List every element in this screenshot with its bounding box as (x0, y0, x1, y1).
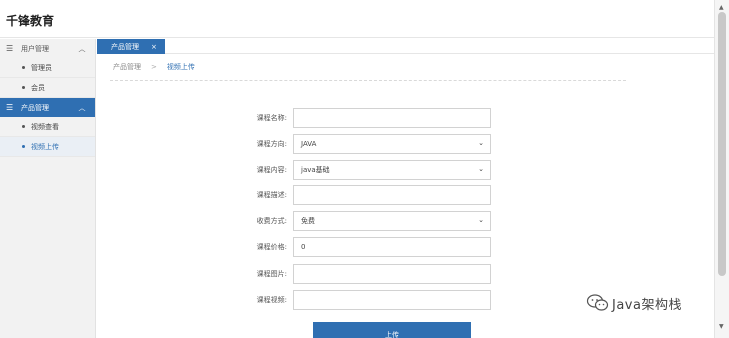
list-icon: ☰ (6, 103, 14, 112)
breadcrumb: 产品管理 > 视频上传 (113, 62, 195, 72)
course-direction-select[interactable]: JAVA ⌄ (293, 134, 491, 154)
tab-bar: 产品管理 × (97, 39, 714, 54)
course-content-label: 课程内容: (256, 166, 287, 174)
wechat-icon (586, 294, 609, 311)
sidebar-item-video-upload[interactable]: 视频上传 (0, 137, 95, 157)
breadcrumb-separator: > (151, 63, 157, 71)
app-title: 千锋教育 (6, 14, 55, 28)
scrollbar[interactable]: ▲ ▼ (714, 0, 729, 338)
course-content-value: java基础 (301, 166, 330, 174)
bullet-icon (22, 66, 25, 69)
chevron-up-icon: ︿ (78, 44, 86, 53)
scroll-thumb[interactable] (718, 12, 726, 276)
course-direction-value: JAVA (301, 140, 317, 148)
bullet-icon (22, 86, 25, 89)
tab-label: 产品管理 (111, 42, 139, 51)
course-video-label: 课程视频: (256, 296, 287, 304)
bullet-icon (22, 145, 25, 148)
sidebar-item-label: 管理员 (31, 63, 52, 72)
sidebar-item-member[interactable]: 会员 (0, 78, 95, 98)
sidebar-item-video-view[interactable]: 视频查看 (0, 117, 95, 137)
sidebar-item-label: 会员 (31, 83, 45, 92)
charge-mode-value: 免费 (301, 217, 315, 225)
sidebar-group-product-management[interactable]: ☰ 产品管理 ︿ (0, 98, 95, 117)
top-header: 千锋教育 (0, 0, 714, 38)
scroll-up-icon[interactable]: ▲ (719, 4, 724, 11)
chevron-down-icon: ⌄ (478, 216, 484, 224)
course-video-input[interactable] (293, 290, 491, 310)
form-row-course-description: 课程描述: (210, 185, 492, 205)
form-row-course-name: 课程名称: (210, 108, 492, 128)
sidebar-group-user-management[interactable]: ☰ 用户管理 ︿ (0, 39, 95, 58)
charge-mode-select[interactable]: 免费 ⌄ (293, 211, 491, 231)
sidebar-group-label: 用户管理 (21, 44, 49, 53)
form-row-course-content: 课程内容: java基础 ⌄ (210, 160, 492, 180)
sidebar-item-label: 视频查看 (31, 122, 59, 131)
chevron-up-icon: ︿ (78, 103, 86, 112)
sidebar: ☰ 用户管理 ︿ 管理员 会员 ☰ 产品管理 ︿ 视频查看 视频上传 (0, 39, 96, 338)
upload-button[interactable]: 上传 (313, 322, 471, 338)
course-name-input[interactable] (293, 108, 491, 128)
course-name-label: 课程名称: (256, 114, 287, 122)
form-row-course-video: 课程视频: (210, 290, 492, 310)
course-image-input[interactable] (293, 264, 491, 284)
breadcrumb-parent[interactable]: 产品管理 (113, 62, 141, 72)
watermark-text: Java架构栈 (612, 297, 682, 313)
close-icon[interactable]: × (151, 43, 157, 51)
bullet-icon (22, 125, 25, 128)
form-row-charge-mode: 收费方式: 免费 ⌄ (210, 211, 492, 231)
scroll-down-icon[interactable]: ▼ (719, 323, 724, 330)
charge-mode-label: 收费方式: (256, 217, 287, 225)
watermark: Java架构栈 (586, 293, 682, 313)
course-description-label: 课程描述: (256, 191, 287, 199)
course-description-input[interactable] (293, 185, 491, 205)
sidebar-item-admin[interactable]: 管理员 (0, 58, 95, 78)
breadcrumb-current: 视频上传 (166, 63, 195, 71)
form-row-course-direction: 课程方向: JAVA ⌄ (210, 134, 492, 154)
form-row-course-image: 课程图片: (210, 264, 492, 284)
chevron-down-icon: ⌄ (478, 165, 484, 173)
form-row-course-price: 课程价格: 0 (210, 237, 492, 257)
course-price-label: 课程价格: (256, 243, 287, 251)
list-icon: ☰ (6, 44, 14, 53)
divider (110, 80, 626, 81)
sidebar-item-label: 视频上传 (31, 142, 59, 151)
tab-product-management[interactable]: 产品管理 × (97, 39, 165, 54)
sidebar-group-label: 产品管理 (21, 103, 49, 112)
course-image-label: 课程图片: (256, 270, 287, 278)
course-price-input[interactable]: 0 (293, 237, 491, 257)
course-direction-label: 课程方向: (256, 140, 287, 148)
chevron-down-icon: ⌄ (478, 139, 484, 147)
course-content-select[interactable]: java基础 ⌄ (293, 160, 491, 180)
